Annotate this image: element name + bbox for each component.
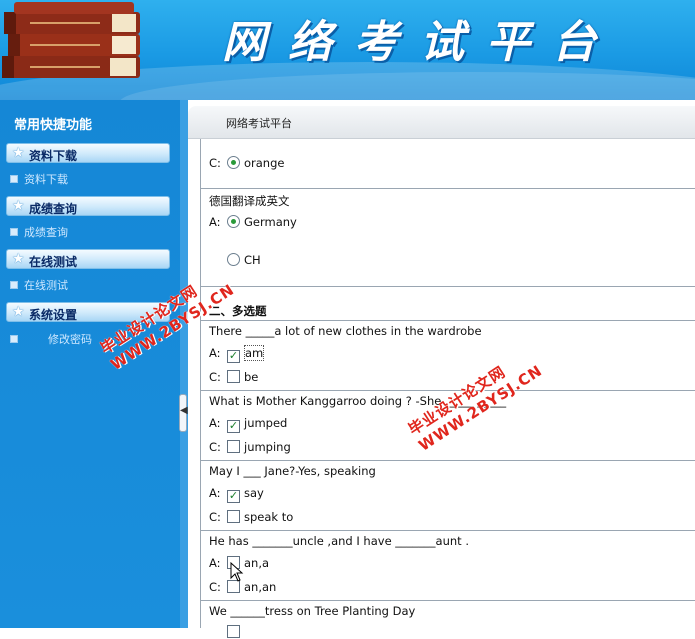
sidebar-item-change-password[interactable]: 修改密码 — [10, 331, 92, 347]
radio-button[interactable] — [227, 215, 240, 228]
question-divider — [201, 320, 695, 321]
checkbox[interactable]: ✓ — [227, 420, 240, 433]
question-prompt: He has _______uncle ,and I have _______a… — [209, 534, 469, 548]
answer-option[interactable] — [209, 625, 244, 639]
answer-option[interactable]: C: jumping — [209, 440, 291, 454]
sidebar-item-grades[interactable]: 成绩查询 — [10, 224, 68, 240]
bullet-icon — [10, 175, 18, 183]
checkbox[interactable]: ✓ — [227, 490, 240, 503]
option-text: jumped — [244, 416, 288, 430]
answer-option[interactable]: C: orange — [209, 156, 284, 170]
question-prompt: May I ___ Jane?-Yes, speaking — [209, 464, 376, 478]
option-text: an,an — [244, 580, 277, 594]
header-banner: 网络考试平台 — [0, 0, 695, 100]
answer-option[interactable]: A: ✓ say — [209, 486, 264, 503]
bullet-icon — [10, 335, 18, 343]
question-divider — [201, 286, 695, 287]
site-title: 网络考试平台 — [222, 17, 618, 68]
star-icon: ★ — [12, 304, 25, 320]
bullet-icon — [10, 281, 18, 289]
question-divider — [201, 188, 695, 189]
option-letter: A: — [209, 215, 221, 229]
option-text: be — [244, 370, 259, 384]
chevron-left-icon: ◀ — [180, 405, 188, 416]
option-text: am — [244, 345, 265, 361]
exam-content: C: orange 德国翻译成英文 A: Germany CH 二、多选题 Ther… — [200, 139, 695, 638]
option-text: orange — [244, 156, 285, 170]
option-text: say — [244, 486, 264, 500]
answer-option[interactable]: C: an,an — [209, 580, 276, 594]
option-text: jumping — [244, 440, 291, 454]
sidebar-item-downloads[interactable]: 资料下载 — [10, 171, 68, 187]
books-logo-icon — [2, 2, 140, 78]
checkbox[interactable] — [227, 625, 240, 638]
option-letter: C: — [209, 580, 221, 594]
question-divider — [201, 460, 695, 461]
answer-option[interactable]: A: ✓ jumped — [209, 416, 287, 433]
option-letter: A: — [209, 346, 221, 360]
star-icon: ★ — [12, 145, 25, 161]
section-label: 成绩查询 — [29, 202, 78, 216]
sidebar-item-label: 修改密码 — [48, 333, 92, 346]
section-label: 系统设置 — [29, 308, 78, 322]
option-text: speak to — [244, 510, 294, 524]
option-letter: C: — [209, 156, 221, 170]
question-divider — [201, 600, 695, 601]
main-tab-bar: 网络考试平台 — [188, 106, 695, 139]
answer-option[interactable]: C: speak to — [209, 510, 293, 524]
option-text: an,a — [244, 556, 270, 570]
sidebar-collapse-button[interactable]: ◀ — [179, 394, 188, 432]
mouse-pointer-icon — [230, 562, 244, 582]
question-prompt: We ______tress on Tree Planting Day — [209, 604, 416, 618]
sidebar-item-online-test[interactable]: 在线测试 — [10, 277, 68, 293]
tab-title: 网络考试平台 — [226, 117, 292, 130]
sidebar-section-downloads[interactable]: ★ 资料下载 — [6, 143, 170, 163]
sidebar-section-grades[interactable]: ★ 成绩查询 — [6, 196, 170, 216]
answer-option[interactable]: A: Germany — [209, 215, 297, 229]
question-prompt: There _____a lot of new clothes in the w… — [209, 324, 482, 338]
option-text: CH — [244, 253, 261, 267]
sidebar: 常用快捷功能 ★ 资料下载 资料下载 ★ 成绩查询 成绩查询 ★ 在线测试 在线… — [0, 100, 180, 628]
question-divider — [201, 390, 695, 391]
sidebar-title: 常用快捷功能 — [14, 118, 93, 133]
option-letter: A: — [209, 416, 221, 430]
main-panel: 网络考试平台 C: orange 德国翻译成英文 A: Germany CH 二、多… — [188, 100, 695, 638]
section-label: 在线测试 — [29, 255, 78, 269]
answer-option[interactable]: A: ✓ am — [209, 345, 265, 363]
section-label: 资料下载 — [29, 149, 78, 163]
option-letter: C: — [209, 370, 221, 384]
star-icon: ★ — [12, 198, 25, 214]
bullet-icon — [10, 228, 18, 236]
question-prompt: 德国翻译成英文 — [209, 194, 290, 208]
option-letter: C: — [209, 440, 221, 454]
option-text: Germany — [244, 215, 297, 229]
option-letter: C: — [209, 510, 221, 524]
sidebar-section-online-test[interactable]: ★ 在线测试 — [6, 249, 170, 269]
option-letter: A: — [209, 486, 221, 500]
star-icon: ★ — [12, 251, 25, 267]
radio-button[interactable] — [227, 253, 240, 266]
answer-option[interactable]: C: be — [209, 370, 258, 384]
checkbox[interactable] — [227, 510, 240, 523]
checkbox[interactable] — [227, 370, 240, 383]
radio-button[interactable] — [227, 156, 240, 169]
checkbox[interactable] — [227, 440, 240, 453]
sidebar-splitter — [180, 100, 188, 628]
sidebar-item-label: 资料下载 — [24, 173, 68, 186]
question-divider — [201, 530, 695, 531]
sidebar-item-label: 成绩查询 — [24, 226, 68, 239]
option-letter: A: — [209, 556, 221, 570]
checkbox[interactable]: ✓ — [227, 350, 240, 363]
sidebar-item-label: 在线测试 — [24, 279, 68, 292]
